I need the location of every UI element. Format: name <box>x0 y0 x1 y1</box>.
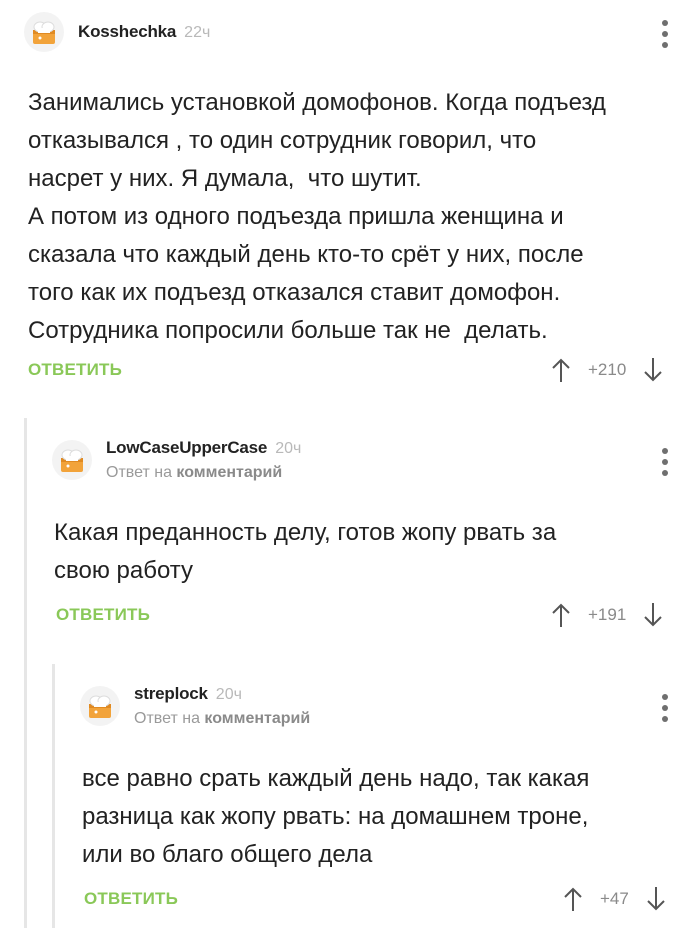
reply-to-link[interactable]: комментарий <box>204 710 310 727</box>
reply-button[interactable]: ОТВЕТИТЬ <box>56 605 150 625</box>
reply-to-prefix: Ответ на <box>134 710 200 727</box>
comment-text: все равно срать каждый день надо, так ка… <box>82 765 590 868</box>
chef-hat-avatar-icon <box>89 695 111 718</box>
avatar[interactable] <box>24 12 64 52</box>
arrow-down-icon[interactable] <box>645 885 667 913</box>
timestamp: 20ч <box>215 686 242 703</box>
score: +47 <box>600 889 629 908</box>
comment-header: streplock 20ч Ответ на комментарий <box>80 684 310 728</box>
reply-to: Ответ на комментарий <box>106 464 301 482</box>
vote-controls: +210 <box>550 356 664 384</box>
kebab-menu-icon[interactable] <box>659 694 671 722</box>
score: +210 <box>588 360 627 379</box>
timestamp: 22ч <box>184 24 211 41</box>
username[interactable]: Kosshechka <box>78 22 176 42</box>
username[interactable]: LowCaseUpperCase <box>106 438 267 458</box>
reply-to-link[interactable]: комментарий <box>176 464 282 481</box>
score: +191 <box>588 605 627 624</box>
chef-hat-avatar-icon <box>33 21 55 44</box>
arrow-up-icon[interactable] <box>550 356 572 384</box>
reply-to: Ответ на комментарий <box>134 710 310 728</box>
kebab-menu-icon[interactable] <box>659 20 671 48</box>
timestamp: 20ч <box>275 440 302 457</box>
kebab-menu-icon[interactable] <box>659 448 671 476</box>
reply-button[interactable]: ОТВЕТИТЬ <box>28 360 122 380</box>
avatar[interactable] <box>80 686 120 726</box>
reply-to-prefix: Ответ на <box>106 464 172 481</box>
thread-line <box>52 664 55 928</box>
arrow-up-icon[interactable] <box>562 885 584 913</box>
comment-text: Занимались установкой домофонов. Когда п… <box>28 89 606 344</box>
arrow-up-icon[interactable] <box>550 601 572 629</box>
vote-controls: +191 <box>550 601 664 629</box>
comment-text: Какая преданность делу, готов жопу рвать… <box>54 519 557 584</box>
reply-button[interactable]: ОТВЕТИТЬ <box>84 889 178 909</box>
username[interactable]: streplock <box>134 684 208 704</box>
arrow-down-icon[interactable] <box>642 356 664 384</box>
avatar[interactable] <box>52 440 92 480</box>
vote-controls: +47 <box>562 885 667 913</box>
chef-hat-avatar-icon <box>61 449 83 472</box>
arrow-down-icon[interactable] <box>642 601 664 629</box>
comment-header: Kosshechka 22ч <box>24 12 210 52</box>
comment-header: LowCaseUpperCase 20ч Ответ на комментари… <box>52 438 301 482</box>
thread-line <box>24 418 27 928</box>
